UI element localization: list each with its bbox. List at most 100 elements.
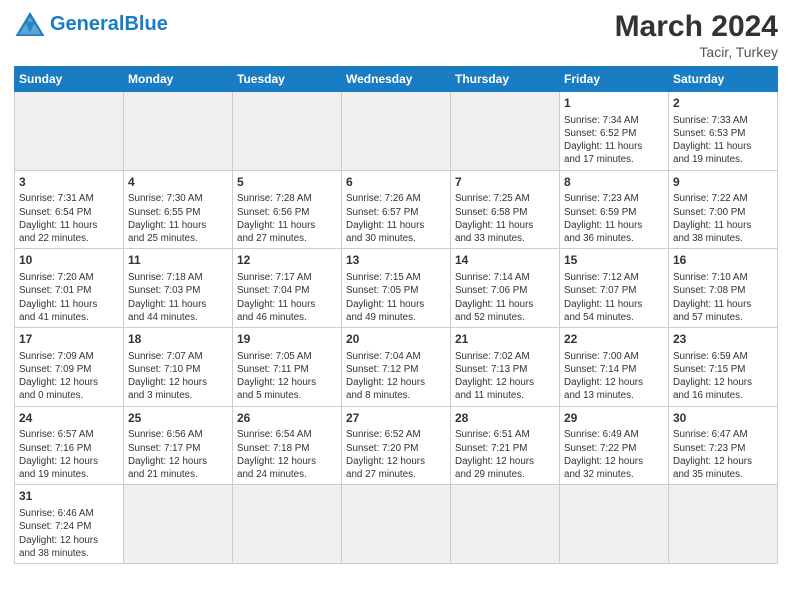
day-number: 5 [237, 174, 337, 191]
day-info: Sunrise: 7:18 AM Sunset: 7:03 PM Dayligh… [128, 271, 228, 324]
day-info: Sunrise: 7:05 AM Sunset: 7:11 PM Dayligh… [237, 350, 337, 403]
location: Tacir, Turkey [615, 44, 778, 60]
day-number: 3 [19, 174, 119, 191]
day-info: Sunrise: 7:33 AM Sunset: 6:53 PM Dayligh… [673, 114, 773, 167]
day-number: 26 [237, 410, 337, 427]
logo: GeneralBlue [14, 10, 168, 38]
day-number: 12 [237, 252, 337, 269]
day-cell: 26Sunrise: 6:54 AM Sunset: 7:18 PM Dayli… [233, 406, 342, 485]
day-cell: 2 Sunrise: 7:33 AM Sunset: 6:53 PM Daylig… [669, 92, 778, 171]
weekday-tuesday: Tuesday [233, 67, 342, 92]
day-cell: 3Sunrise: 7:31 AM Sunset: 6:54 PM Daylig… [15, 170, 124, 249]
week-row-4: 24Sunrise: 6:57 AM Sunset: 7:16 PM Dayli… [15, 406, 778, 485]
day-cell: 25Sunrise: 6:56 AM Sunset: 7:17 PM Dayli… [124, 406, 233, 485]
day-number: 21 [455, 331, 555, 348]
day-info: Sunrise: 7:26 AM Sunset: 6:57 PM Dayligh… [346, 192, 446, 245]
day-cell [342, 92, 451, 171]
day-info: Sunrise: 6:51 AM Sunset: 7:21 PM Dayligh… [455, 428, 555, 481]
day-info: Sunrise: 6:59 AM Sunset: 7:15 PM Dayligh… [673, 350, 773, 403]
day-number: 25 [128, 410, 228, 427]
day-number: 31 [19, 488, 119, 505]
day-cell [124, 92, 233, 171]
day-cell: 7Sunrise: 7:25 AM Sunset: 6:58 PM Daylig… [451, 170, 560, 249]
week-row-1: 3Sunrise: 7:31 AM Sunset: 6:54 PM Daylig… [15, 170, 778, 249]
logo-text: GeneralBlue [50, 14, 168, 34]
day-cell: 23 Sunrise: 6:59 AM Sunset: 7:15 PM Dayli… [669, 328, 778, 407]
day-number: 18 [128, 331, 228, 348]
day-info: Sunrise: 7:25 AM Sunset: 6:58 PM Dayligh… [455, 192, 555, 245]
day-cell: 1Sunrise: 7:34 AM Sunset: 6:52 PM Daylig… [560, 92, 669, 171]
day-cell [124, 485, 233, 564]
day-info: Sunrise: 7:28 AM Sunset: 6:56 PM Dayligh… [237, 192, 337, 245]
page: GeneralBlue March 2024 Tacir, Turkey Sun… [0, 0, 792, 574]
day-cell: 13Sunrise: 7:15 AM Sunset: 7:05 PM Dayli… [342, 249, 451, 328]
day-cell: 24Sunrise: 6:57 AM Sunset: 7:16 PM Dayli… [15, 406, 124, 485]
day-number: 23 [673, 331, 773, 348]
day-info: Sunrise: 7:04 AM Sunset: 7:12 PM Dayligh… [346, 350, 446, 403]
day-number: 15 [564, 252, 664, 269]
day-cell [560, 485, 669, 564]
logo-blue: Blue [124, 13, 167, 35]
day-number: 20 [346, 331, 446, 348]
day-cell: 6Sunrise: 7:26 AM Sunset: 6:57 PM Daylig… [342, 170, 451, 249]
week-row-3: 17Sunrise: 7:09 AM Sunset: 7:09 PM Dayli… [15, 328, 778, 407]
day-number: 17 [19, 331, 119, 348]
day-cell: 27Sunrise: 6:52 AM Sunset: 7:20 PM Dayli… [342, 406, 451, 485]
title-block: March 2024 Tacir, Turkey [615, 10, 778, 60]
day-info: Sunrise: 7:17 AM Sunset: 7:04 PM Dayligh… [237, 271, 337, 324]
day-info: Sunrise: 6:57 AM Sunset: 7:16 PM Dayligh… [19, 428, 119, 481]
day-cell: 10Sunrise: 7:20 AM Sunset: 7:01 PM Dayli… [15, 249, 124, 328]
day-cell: 31 Sunrise: 6:46 AM Sunset: 7:24 PM Dayli… [15, 485, 124, 564]
logo-general: General [50, 13, 124, 35]
day-cell: 14Sunrise: 7:14 AM Sunset: 7:06 PM Dayli… [451, 249, 560, 328]
day-number: 30 [673, 410, 773, 427]
weekday-sunday: Sunday [15, 67, 124, 92]
day-info: Sunrise: 7:30 AM Sunset: 6:55 PM Dayligh… [128, 192, 228, 245]
day-cell: 4Sunrise: 7:30 AM Sunset: 6:55 PM Daylig… [124, 170, 233, 249]
day-info: Sunrise: 7:00 AM Sunset: 7:14 PM Dayligh… [564, 350, 664, 403]
day-number: 9 [673, 174, 773, 191]
day-info: Sunrise: 6:49 AM Sunset: 7:22 PM Dayligh… [564, 428, 664, 481]
day-cell: 28Sunrise: 6:51 AM Sunset: 7:21 PM Dayli… [451, 406, 560, 485]
weekday-monday: Monday [124, 67, 233, 92]
day-number: 11 [128, 252, 228, 269]
month-year: March 2024 [615, 10, 778, 44]
day-info: Sunrise: 7:12 AM Sunset: 7:07 PM Dayligh… [564, 271, 664, 324]
day-cell: 30Sunrise: 6:47 AM Sunset: 7:23 PM Dayli… [669, 406, 778, 485]
day-cell [669, 485, 778, 564]
day-info: Sunrise: 6:56 AM Sunset: 7:17 PM Dayligh… [128, 428, 228, 481]
logo-icon [14, 10, 46, 38]
day-number: 22 [564, 331, 664, 348]
day-cell [342, 485, 451, 564]
day-cell: 8Sunrise: 7:23 AM Sunset: 6:59 PM Daylig… [560, 170, 669, 249]
weekday-friday: Friday [560, 67, 669, 92]
day-number: 2 [673, 95, 773, 112]
day-cell [233, 485, 342, 564]
day-info: Sunrise: 7:10 AM Sunset: 7:08 PM Dayligh… [673, 271, 773, 324]
day-cell: 11 Sunrise: 7:18 AM Sunset: 7:03 PM Dayli… [124, 249, 233, 328]
day-number: 16 [673, 252, 773, 269]
day-cell: 5Sunrise: 7:28 AM Sunset: 6:56 PM Daylig… [233, 170, 342, 249]
day-cell [451, 92, 560, 171]
day-info: Sunrise: 6:47 AM Sunset: 7:23 PM Dayligh… [673, 428, 773, 481]
day-cell: 29Sunrise: 6:49 AM Sunset: 7:22 PM Dayli… [560, 406, 669, 485]
day-info: Sunrise: 7:23 AM Sunset: 6:59 PM Dayligh… [564, 192, 664, 245]
weekday-header-row: SundayMondayTuesdayWednesdayThursdayFrid… [15, 67, 778, 92]
week-row-2: 10Sunrise: 7:20 AM Sunset: 7:01 PM Dayli… [15, 249, 778, 328]
day-info: Sunrise: 7:07 AM Sunset: 7:10 PM Dayligh… [128, 350, 228, 403]
day-number: 10 [19, 252, 119, 269]
day-info: Sunrise: 7:02 AM Sunset: 7:13 PM Dayligh… [455, 350, 555, 403]
day-cell: 9Sunrise: 7:22 AM Sunset: 7:00 PM Daylig… [669, 170, 778, 249]
day-number: 28 [455, 410, 555, 427]
day-number: 19 [237, 331, 337, 348]
day-cell: 20 Sunrise: 7:04 AM Sunset: 7:12 PM Dayli… [342, 328, 451, 407]
day-cell [15, 92, 124, 171]
day-cell: 15 Sunrise: 7:12 AM Sunset: 7:07 PM Dayli… [560, 249, 669, 328]
day-number: 14 [455, 252, 555, 269]
day-info: Sunrise: 7:34 AM Sunset: 6:52 PM Dayligh… [564, 114, 664, 167]
day-cell: 21 Sunrise: 7:02 AM Sunset: 7:13 PM Dayli… [451, 328, 560, 407]
day-number: 4 [128, 174, 228, 191]
day-info: Sunrise: 6:46 AM Sunset: 7:24 PM Dayligh… [19, 507, 119, 560]
week-row-5: 31 Sunrise: 6:46 AM Sunset: 7:24 PM Dayli… [15, 485, 778, 564]
day-cell: 18 Sunrise: 7:07 AM Sunset: 7:10 PM Dayli… [124, 328, 233, 407]
